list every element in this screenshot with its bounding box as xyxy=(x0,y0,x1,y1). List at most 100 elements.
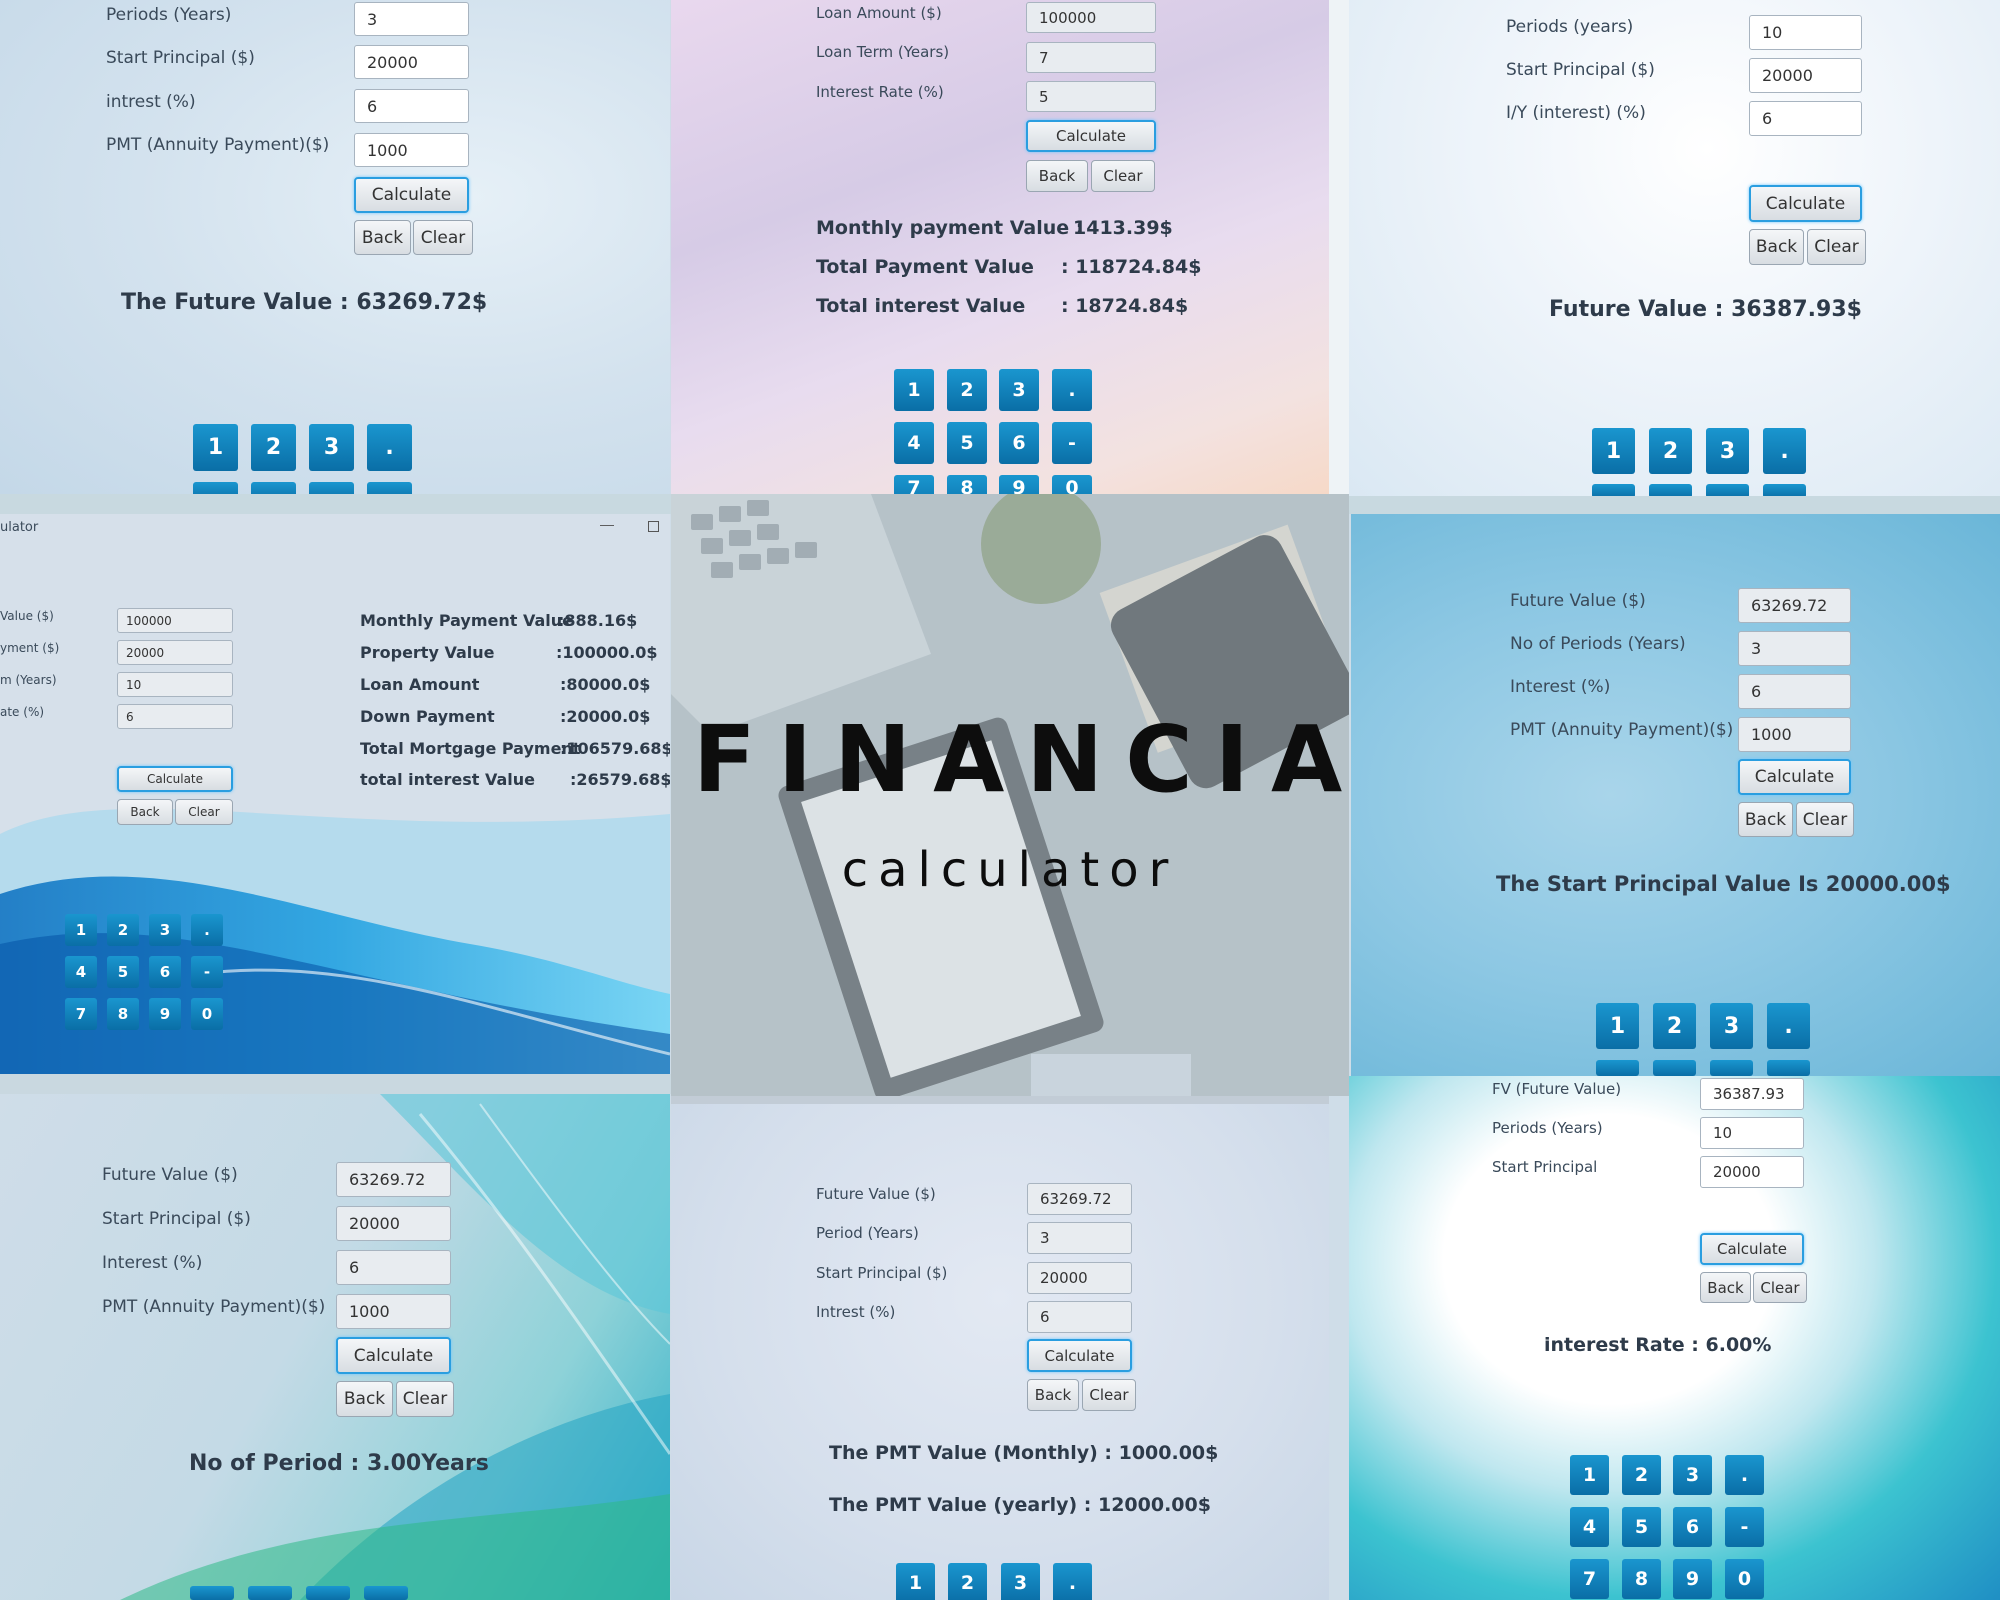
back-button[interactable]: Back xyxy=(1027,1379,1079,1411)
interest-rate-input[interactable]: 5 xyxy=(1026,81,1156,112)
keypad-key-partial[interactable] xyxy=(1710,1060,1753,1076)
keypad-key[interactable]: 4 xyxy=(65,956,97,988)
pmt-input[interactable]: 1000 xyxy=(1738,717,1851,752)
start-principal-input[interactable]: 20000 xyxy=(1749,58,1862,93)
keypad-key[interactable]: 2 xyxy=(1653,1003,1696,1049)
periods-input[interactable]: 3 xyxy=(1738,631,1851,666)
keypad-key[interactable]: 2 xyxy=(947,369,987,411)
back-button[interactable]: Back xyxy=(354,220,411,255)
calculate-button[interactable]: Calculate xyxy=(1700,1233,1804,1265)
clear-button[interactable]: Clear xyxy=(1753,1272,1807,1303)
keypad-key[interactable]: 6 xyxy=(999,422,1039,464)
keypad-key[interactable]: 3 xyxy=(1710,1003,1753,1049)
keypad-key[interactable]: - xyxy=(1052,422,1092,464)
keypad-key[interactable]: . xyxy=(191,914,223,946)
start-principal-input[interactable]: 20000 xyxy=(1027,1262,1132,1294)
keypad-key-partial[interactable] xyxy=(193,482,238,494)
pmt-input[interactable]: 1000 xyxy=(354,133,469,167)
keypad-key[interactable]: 6 xyxy=(149,956,181,988)
maximize-icon[interactable] xyxy=(648,521,659,532)
keypad-key[interactable]: 2 xyxy=(107,914,139,946)
calculate-button[interactable]: Calculate xyxy=(117,766,233,792)
keypad-key[interactable]: 1 xyxy=(193,424,238,471)
keypad-key-partial[interactable] xyxy=(1767,1060,1810,1076)
keypad-key-partial[interactable] xyxy=(190,1586,234,1600)
keypad-key[interactable]: 1 xyxy=(1570,1455,1609,1495)
keypad-key[interactable]: 0 xyxy=(1725,1559,1764,1599)
keypad-key[interactable]: 5 xyxy=(1622,1507,1661,1547)
keypad-key[interactable]: 2 xyxy=(1622,1455,1661,1495)
keypad-key[interactable]: 8 xyxy=(107,998,139,1030)
keypad-key[interactable]: 9 xyxy=(149,998,181,1030)
pmt-input[interactable]: 1000 xyxy=(336,1294,451,1329)
calculate-button[interactable]: Calculate xyxy=(1738,759,1851,795)
keypad-key[interactable]: 3 xyxy=(149,914,181,946)
start-principal-input[interactable]: 20000 xyxy=(354,45,469,79)
interest-rate-input[interactable]: 6 xyxy=(117,704,233,729)
back-button[interactable]: Back xyxy=(1700,1272,1751,1303)
keypad-key[interactable]: - xyxy=(1725,1507,1764,1547)
keypad-key[interactable]: 8 xyxy=(1622,1559,1661,1599)
period-input[interactable]: 3 xyxy=(1027,1222,1132,1254)
interest-input[interactable]: 6 xyxy=(1738,674,1851,709)
keypad-key[interactable]: 1 xyxy=(894,369,934,411)
keypad-key[interactable]: 1 xyxy=(896,1563,935,1600)
keypad-key[interactable]: 3 xyxy=(309,424,354,471)
clear-button[interactable]: Clear xyxy=(1796,802,1854,837)
keypad-key[interactable]: . xyxy=(1053,1563,1092,1600)
future-value-input[interactable]: 63269.72 xyxy=(1738,588,1851,623)
keypad-key-partial[interactable] xyxy=(309,482,354,494)
keypad-key[interactable]: 8 xyxy=(947,475,987,494)
keypad-key[interactable]: 3 xyxy=(1001,1563,1040,1600)
future-value-input[interactable]: 63269.72 xyxy=(336,1162,451,1197)
keypad-key[interactable]: . xyxy=(367,424,412,471)
loan-term-input[interactable]: 7 xyxy=(1026,42,1156,73)
clear-button[interactable]: Clear xyxy=(1091,160,1155,192)
calculate-button[interactable]: Calculate xyxy=(1027,1339,1132,1372)
keypad-key[interactable]: . xyxy=(1763,428,1806,474)
keypad-key[interactable]: 5 xyxy=(947,422,987,464)
periods-input[interactable]: 10 xyxy=(1700,1117,1804,1149)
calculate-button[interactable]: Calculate xyxy=(336,1337,451,1374)
keypad-key[interactable]: 0 xyxy=(191,998,223,1030)
keypad-key-partial[interactable] xyxy=(306,1586,350,1600)
fv-input[interactable]: 36387.93 xyxy=(1700,1078,1804,1110)
home-value-input[interactable]: 100000 xyxy=(117,608,233,633)
interest-input[interactable]: 6 xyxy=(1749,101,1862,136)
keypad-key[interactable]: 7 xyxy=(65,998,97,1030)
loan-term-input[interactable]: 10 xyxy=(117,672,233,697)
keypad-key-partial[interactable] xyxy=(1706,484,1749,496)
keypad-key[interactable]: 3 xyxy=(999,369,1039,411)
clear-button[interactable]: Clear xyxy=(175,799,233,825)
keypad-key[interactable]: 1 xyxy=(1596,1003,1639,1049)
clear-button[interactable]: Clear xyxy=(413,220,473,255)
keypad-key[interactable]: 1 xyxy=(65,914,97,946)
back-button[interactable]: Back xyxy=(1026,160,1088,192)
interest-input[interactable]: 6 xyxy=(354,89,469,123)
calculate-button[interactable]: Calculate xyxy=(1026,120,1156,152)
interest-input[interactable]: 6 xyxy=(336,1250,451,1285)
keypad-key-partial[interactable] xyxy=(248,1586,292,1600)
clear-button[interactable]: Clear xyxy=(1807,229,1866,265)
keypad-key[interactable]: 2 xyxy=(948,1563,987,1600)
keypad-key-partial[interactable] xyxy=(1763,484,1806,496)
keypad-key[interactable]: . xyxy=(1052,369,1092,411)
keypad-key[interactable]: . xyxy=(1725,1455,1764,1495)
clear-button[interactable]: Clear xyxy=(396,1381,454,1417)
keypad-key[interactable]: 1 xyxy=(1592,428,1635,474)
keypad-key-partial[interactable] xyxy=(1592,484,1635,496)
keypad-key[interactable]: . xyxy=(1767,1003,1810,1049)
keypad-key[interactable]: 7 xyxy=(1570,1559,1609,1599)
keypad-key[interactable]: 5 xyxy=(107,956,139,988)
keypad-key[interactable]: 3 xyxy=(1706,428,1749,474)
keypad-key[interactable]: 3 xyxy=(1673,1455,1712,1495)
keypad-key[interactable]: 7 xyxy=(894,475,934,494)
start-principal-input[interactable]: 20000 xyxy=(1700,1156,1804,1188)
keypad-key[interactable]: 9 xyxy=(999,475,1039,494)
start-principal-input[interactable]: 20000 xyxy=(336,1206,451,1241)
down-payment-input[interactable]: 20000 xyxy=(117,640,233,665)
keypad-key[interactable]: 6 xyxy=(1673,1507,1712,1547)
keypad-key[interactable]: 4 xyxy=(894,422,934,464)
back-button[interactable]: Back xyxy=(336,1381,393,1417)
interest-input[interactable]: 6 xyxy=(1027,1301,1132,1333)
